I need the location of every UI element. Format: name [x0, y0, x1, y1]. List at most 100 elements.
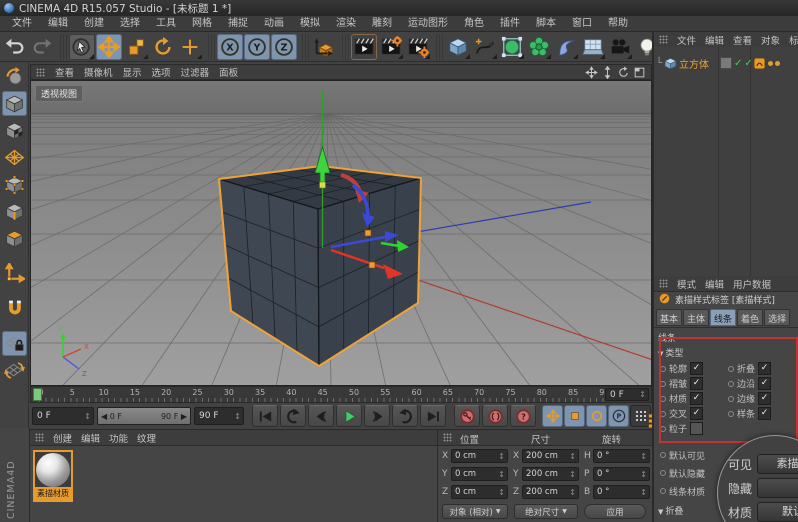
render-view-button[interactable] — [351, 34, 377, 60]
checkbox[interactable]: ✓ — [758, 377, 771, 390]
spinner-icon[interactable]: ↕ — [569, 452, 576, 461]
checkbox[interactable] — [690, 422, 703, 435]
viewport-menu-item[interactable]: 摄像机 — [84, 65, 113, 79]
goto-start-button[interactable] — [252, 405, 278, 427]
viewport-menu-item[interactable]: 面板 — [219, 65, 238, 79]
tag-dot-icon[interactable] — [775, 61, 780, 66]
coord-field[interactable]: 200 cm↕ — [522, 449, 579, 463]
menubar-item[interactable]: 运动图形 — [400, 16, 456, 32]
play-reverse-button[interactable] — [280, 405, 306, 427]
spinner-icon[interactable]: ↕ — [640, 488, 647, 497]
material-menu-item[interactable]: 创建 — [53, 431, 72, 445]
object-manager-menu-item[interactable]: 编辑 — [705, 33, 724, 47]
menubar-item[interactable]: 雕刻 — [364, 16, 400, 32]
apply-button[interactable]: 应用 — [584, 504, 646, 519]
timeline-ruler[interactable]: 051015202530354045505560657075808590 0 F… — [30, 386, 652, 403]
play-loop-button[interactable] — [392, 405, 418, 427]
object-state-toggles[interactable]: ✓✓ — [720, 55, 753, 71]
undo-button[interactable] — [2, 34, 28, 60]
position-mode-dropdown[interactable]: 对象 (相对)▼ — [442, 504, 508, 519]
coordinate-system-button[interactable] — [311, 34, 337, 60]
panel-grip-icon[interactable] — [659, 35, 668, 44]
edit-render-settings-button[interactable] — [405, 34, 431, 60]
orbit-icon[interactable] — [617, 66, 630, 79]
spinner-icon[interactable]: ↕ — [498, 470, 505, 479]
current-frame-field[interactable]: 0 F↕ — [32, 407, 94, 425]
menubar-item[interactable]: 角色 — [456, 16, 492, 32]
rotate-button[interactable] — [150, 34, 176, 60]
panel-grip-icon[interactable] — [659, 279, 668, 288]
camera-button[interactable] — [607, 34, 633, 60]
menubar-item[interactable]: 编辑 — [40, 16, 76, 32]
timeline-track[interactable]: 051015202530354045505560657075808590 — [33, 387, 605, 402]
render-check-icon[interactable]: ✓ — [744, 58, 752, 69]
spline-pen-button[interactable] — [472, 34, 498, 60]
spinner-icon[interactable]: ↕ — [639, 390, 646, 399]
subdivision-surface-button[interactable] — [499, 34, 525, 60]
render-settings-button[interactable] — [378, 34, 404, 60]
anim-dot-icon[interactable] — [728, 381, 734, 387]
anim-dot-icon[interactable] — [728, 366, 734, 372]
type-group-header[interactable]: ▼类型 — [658, 346, 683, 359]
menubar-item[interactable]: 文件 — [4, 16, 40, 32]
environment-button[interactable] — [580, 34, 606, 60]
play-button[interactable] — [336, 405, 362, 427]
checkbox[interactable]: ✓ — [690, 392, 703, 405]
timeline-playhead[interactable] — [33, 388, 42, 401]
coord-field[interactable]: 200 cm↕ — [522, 467, 579, 481]
tab-active[interactable]: 线条 — [710, 309, 736, 326]
object-manager-menu-item[interactable]: 文件 — [677, 33, 696, 47]
frame-field[interactable]: 0 F↕ — [605, 388, 649, 401]
checkbox[interactable]: ✓ — [758, 362, 771, 375]
last-tool-button[interactable] — [177, 34, 203, 60]
dolly-icon[interactable] — [601, 66, 614, 79]
snap-button[interactable] — [2, 296, 27, 321]
workplane-mode-button[interactable] — [2, 145, 27, 170]
spinner-icon[interactable]: ↕ — [640, 452, 647, 461]
cube-object-icon[interactable] — [664, 57, 677, 70]
maximize-icon[interactable] — [633, 66, 646, 79]
object-tags[interactable] — [753, 55, 780, 71]
anim-dot-icon[interactable] — [660, 470, 666, 476]
anim-dot-icon[interactable] — [660, 396, 666, 402]
deformer-button[interactable] — [553, 34, 579, 60]
coord-field[interactable]: 0 °↕ — [593, 485, 650, 499]
anim-dot-icon[interactable] — [660, 488, 666, 494]
checkbox[interactable]: ✓ — [758, 392, 771, 405]
panel-grip-icon[interactable] — [35, 433, 44, 442]
spinner-icon[interactable]: ↕ — [498, 452, 505, 461]
anim-dot-icon[interactable] — [660, 366, 666, 372]
spinner-icon[interactable]: ↕ — [640, 470, 647, 479]
redo-button[interactable] — [29, 34, 55, 60]
menubar-item[interactable]: 工具 — [148, 16, 184, 32]
spinner-icon[interactable]: ↕ — [84, 412, 91, 421]
goto-end-button[interactable] — [420, 405, 446, 427]
scene-3d[interactable]: YXZ — [31, 81, 651, 385]
panel-grip-icon[interactable] — [443, 433, 452, 442]
make-editable-button[interactable] — [2, 64, 27, 89]
model-mode-button[interactable] — [2, 91, 27, 116]
next-frame-button[interactable] — [364, 405, 390, 427]
viewport-menu-item[interactable]: 过滤器 — [181, 65, 210, 79]
menubar-item[interactable]: 动画 — [256, 16, 292, 32]
prev-frame-button[interactable] — [308, 405, 334, 427]
visibility-check-icon[interactable]: ✓ — [734, 58, 742, 69]
tag-dot-icon[interactable] — [768, 61, 773, 66]
live-selection-button[interactable] — [69, 34, 95, 60]
viewport-menu-item[interactable]: 查看 — [55, 65, 74, 79]
kf-position-button[interactable] — [542, 405, 563, 427]
tab-item[interactable]: 选择 — [764, 309, 790, 326]
z-axis-button[interactable]: Z — [271, 34, 297, 60]
object-manager-menu-item[interactable]: 标签 — [789, 33, 798, 47]
size-mode-dropdown[interactable]: 绝对尺寸▼ — [514, 504, 578, 519]
tab-item[interactable]: 主体 — [683, 309, 709, 326]
add-cube-button[interactable] — [445, 34, 471, 60]
tab-item[interactable]: 着色 — [737, 309, 763, 326]
checkbox[interactable]: ✓ — [690, 377, 703, 390]
points-mode-button[interactable] — [2, 172, 27, 197]
coord-field[interactable]: 200 cm↕ — [522, 485, 579, 499]
layer-toggle[interactable] — [720, 57, 732, 69]
attribute-menu-item[interactable]: 编辑 — [705, 277, 724, 291]
checkbox[interactable]: ✓ — [758, 407, 771, 420]
menubar-item[interactable]: 窗口 — [564, 16, 600, 32]
